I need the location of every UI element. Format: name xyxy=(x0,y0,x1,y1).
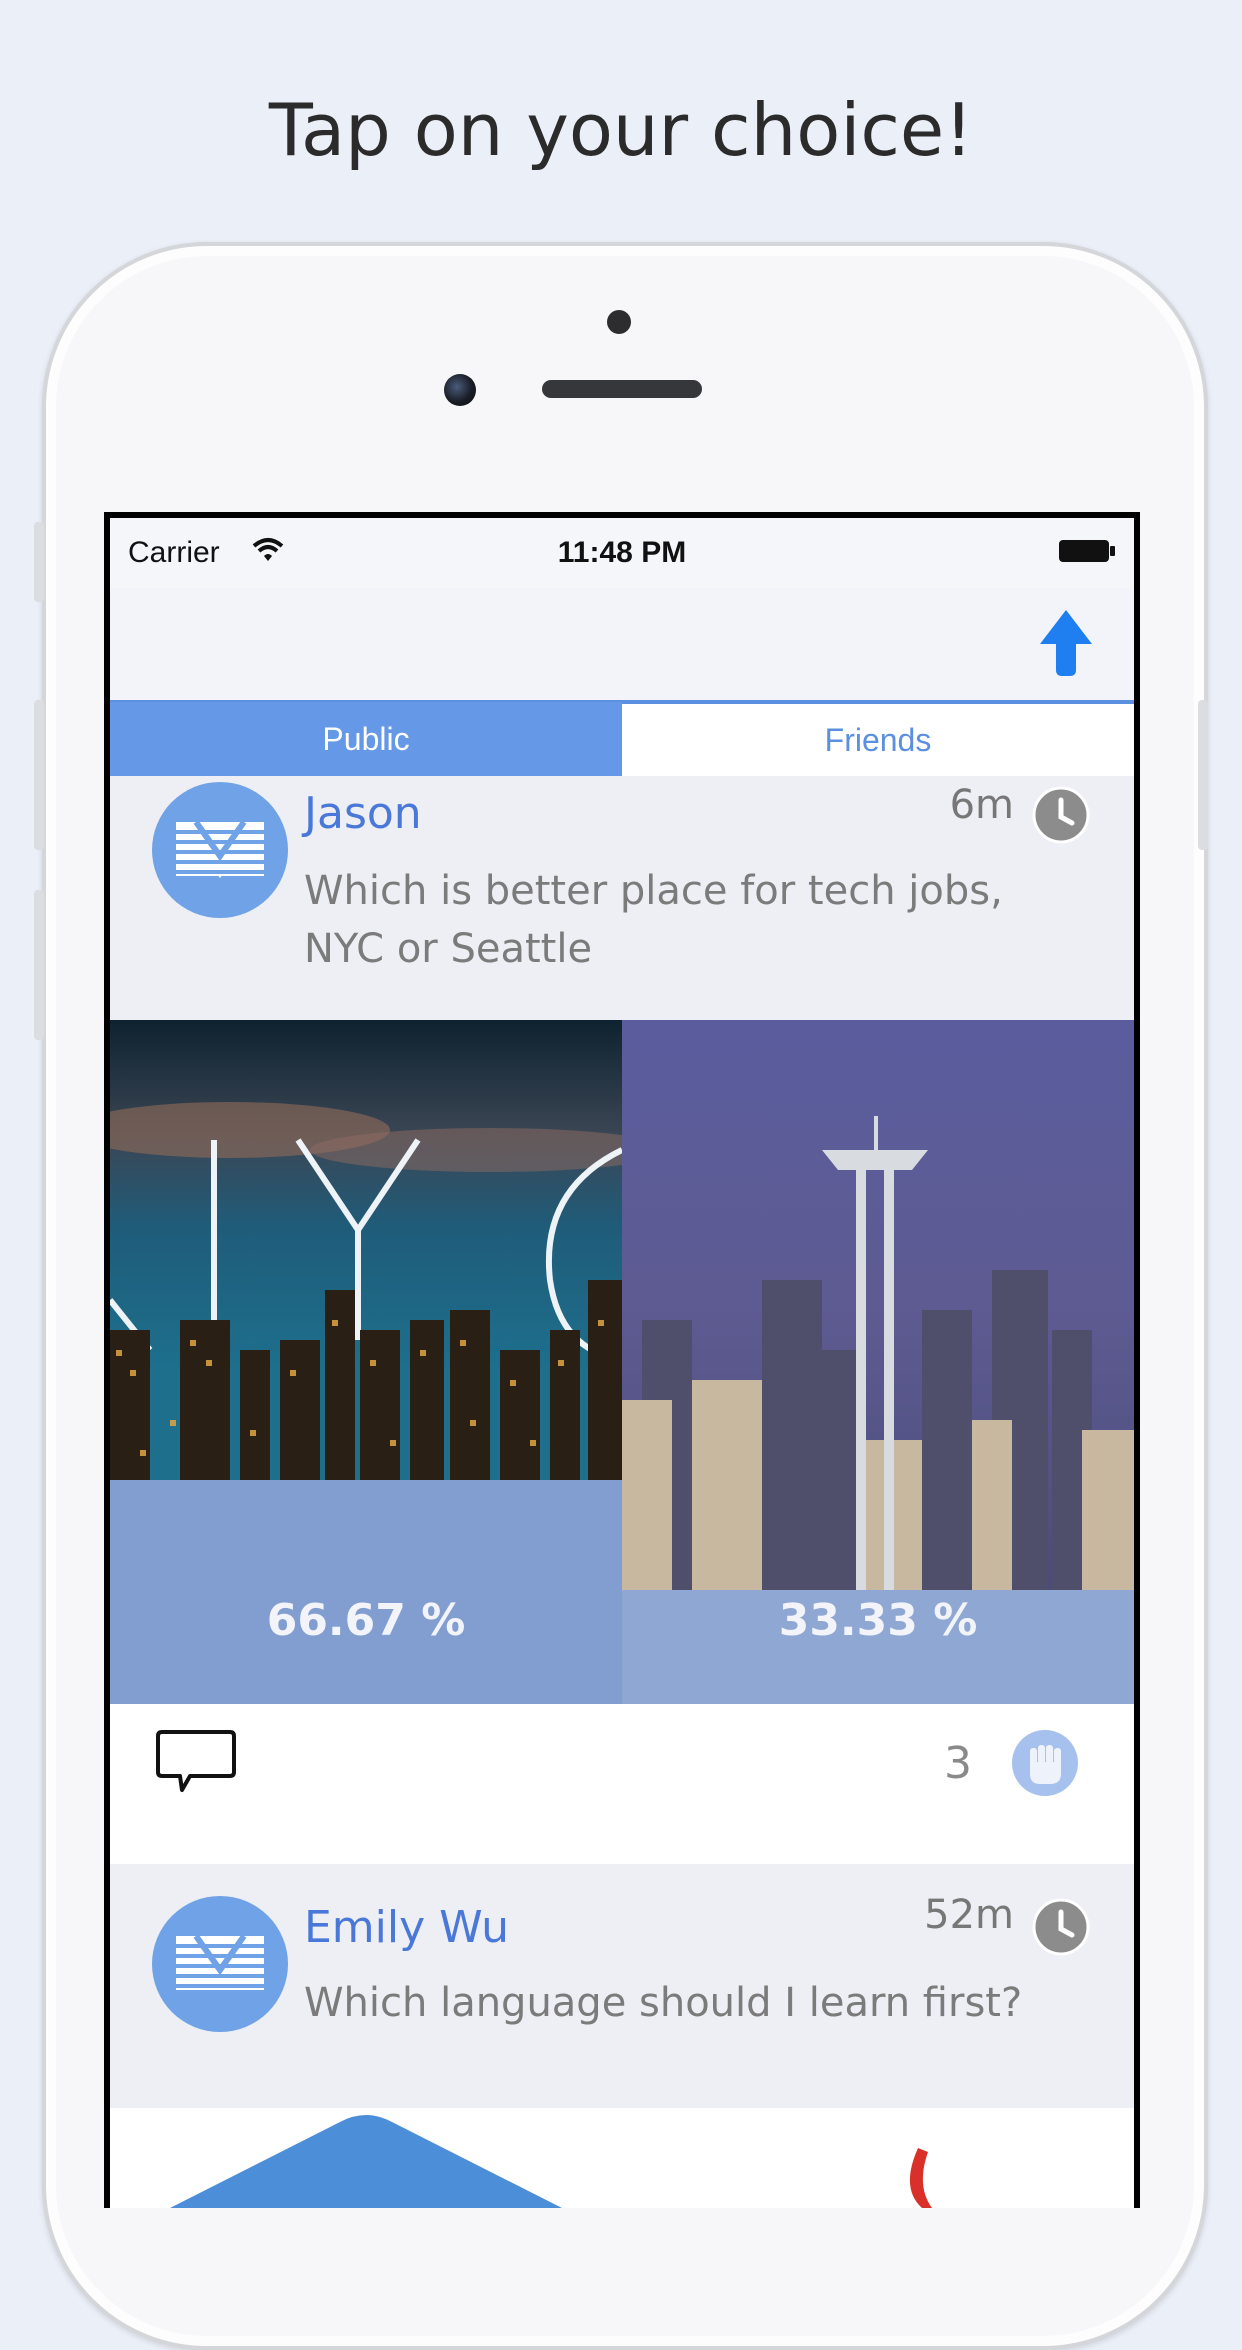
earpiece-speaker xyxy=(542,380,702,398)
phone-volume-down xyxy=(34,890,44,1040)
vote-count: 3 xyxy=(944,1738,972,1789)
post-question: Which language should I learn first? xyxy=(304,1974,1024,2032)
poll-choices-preview xyxy=(110,2108,1134,2208)
choice-seattle[interactable]: 33.33 % xyxy=(622,1020,1134,1704)
post-time: 52m xyxy=(924,1892,1014,1938)
post-question: Which is better place for tech jobs, NYC… xyxy=(304,862,1024,978)
post-username[interactable]: Jason xyxy=(304,788,422,839)
post-question-line: NYC or Seattle xyxy=(304,926,593,972)
clock-icon xyxy=(1032,1898,1090,1956)
fist-icon[interactable] xyxy=(1012,1730,1078,1796)
phone-screen: Carrier 11:48 PM Public Friends Jason 6m… xyxy=(104,512,1140,2208)
post-question-line: Which language should I learn first? xyxy=(304,1980,1023,2026)
battery-icon xyxy=(1059,540,1115,562)
phone-volume-up xyxy=(34,700,44,850)
clock-icon xyxy=(1032,786,1090,844)
comment-icon[interactable] xyxy=(156,1728,236,1796)
phone-side-button xyxy=(34,522,44,602)
poll-choices: 66.67 % 33.33 % xyxy=(110,1020,1134,1704)
m-logo-icon xyxy=(176,1934,264,1990)
choice-nyc[interactable]: 66.67 % xyxy=(110,1020,622,1704)
arrow-up-icon[interactable] xyxy=(1038,608,1094,678)
post-header: Emily Wu 52m Which language should I lea… xyxy=(110,1864,1134,2108)
post-question-line: Which is better place for tech jobs, xyxy=(304,868,1003,914)
m-logo-icon xyxy=(176,820,264,878)
tab-public[interactable]: Public xyxy=(110,702,622,776)
front-camera xyxy=(444,374,476,406)
status-bar: Carrier 11:48 PM xyxy=(110,518,1134,588)
app-screen: Carrier 11:48 PM Public Friends Jason 6m… xyxy=(110,518,1134,2208)
post-time: 6m xyxy=(949,782,1014,828)
navigation-bar xyxy=(110,588,1134,702)
avatar[interactable] xyxy=(152,782,288,918)
post-actions: 3 xyxy=(110,1704,1134,1864)
fist-glyph-icon xyxy=(1030,1745,1061,1784)
proximity-sensor xyxy=(607,310,631,334)
phone-power-button xyxy=(1198,700,1208,850)
status-time: 11:48 PM xyxy=(557,536,687,569)
post-username[interactable]: Emily Wu xyxy=(304,1902,509,1953)
avatar[interactable] xyxy=(152,1896,288,2032)
post-header: Jason 6m Which is better place for tech … xyxy=(110,776,1134,1020)
choice-percent: 33.33 % xyxy=(778,1595,978,1646)
feed-tabs: Public Friends xyxy=(110,702,1134,776)
choice-percent: 66.67 % xyxy=(266,1595,466,1646)
choice-images-preview xyxy=(170,2115,932,2208)
tab-friends[interactable]: Friends xyxy=(622,702,1134,776)
headline: Tap on your choice! xyxy=(268,88,974,172)
